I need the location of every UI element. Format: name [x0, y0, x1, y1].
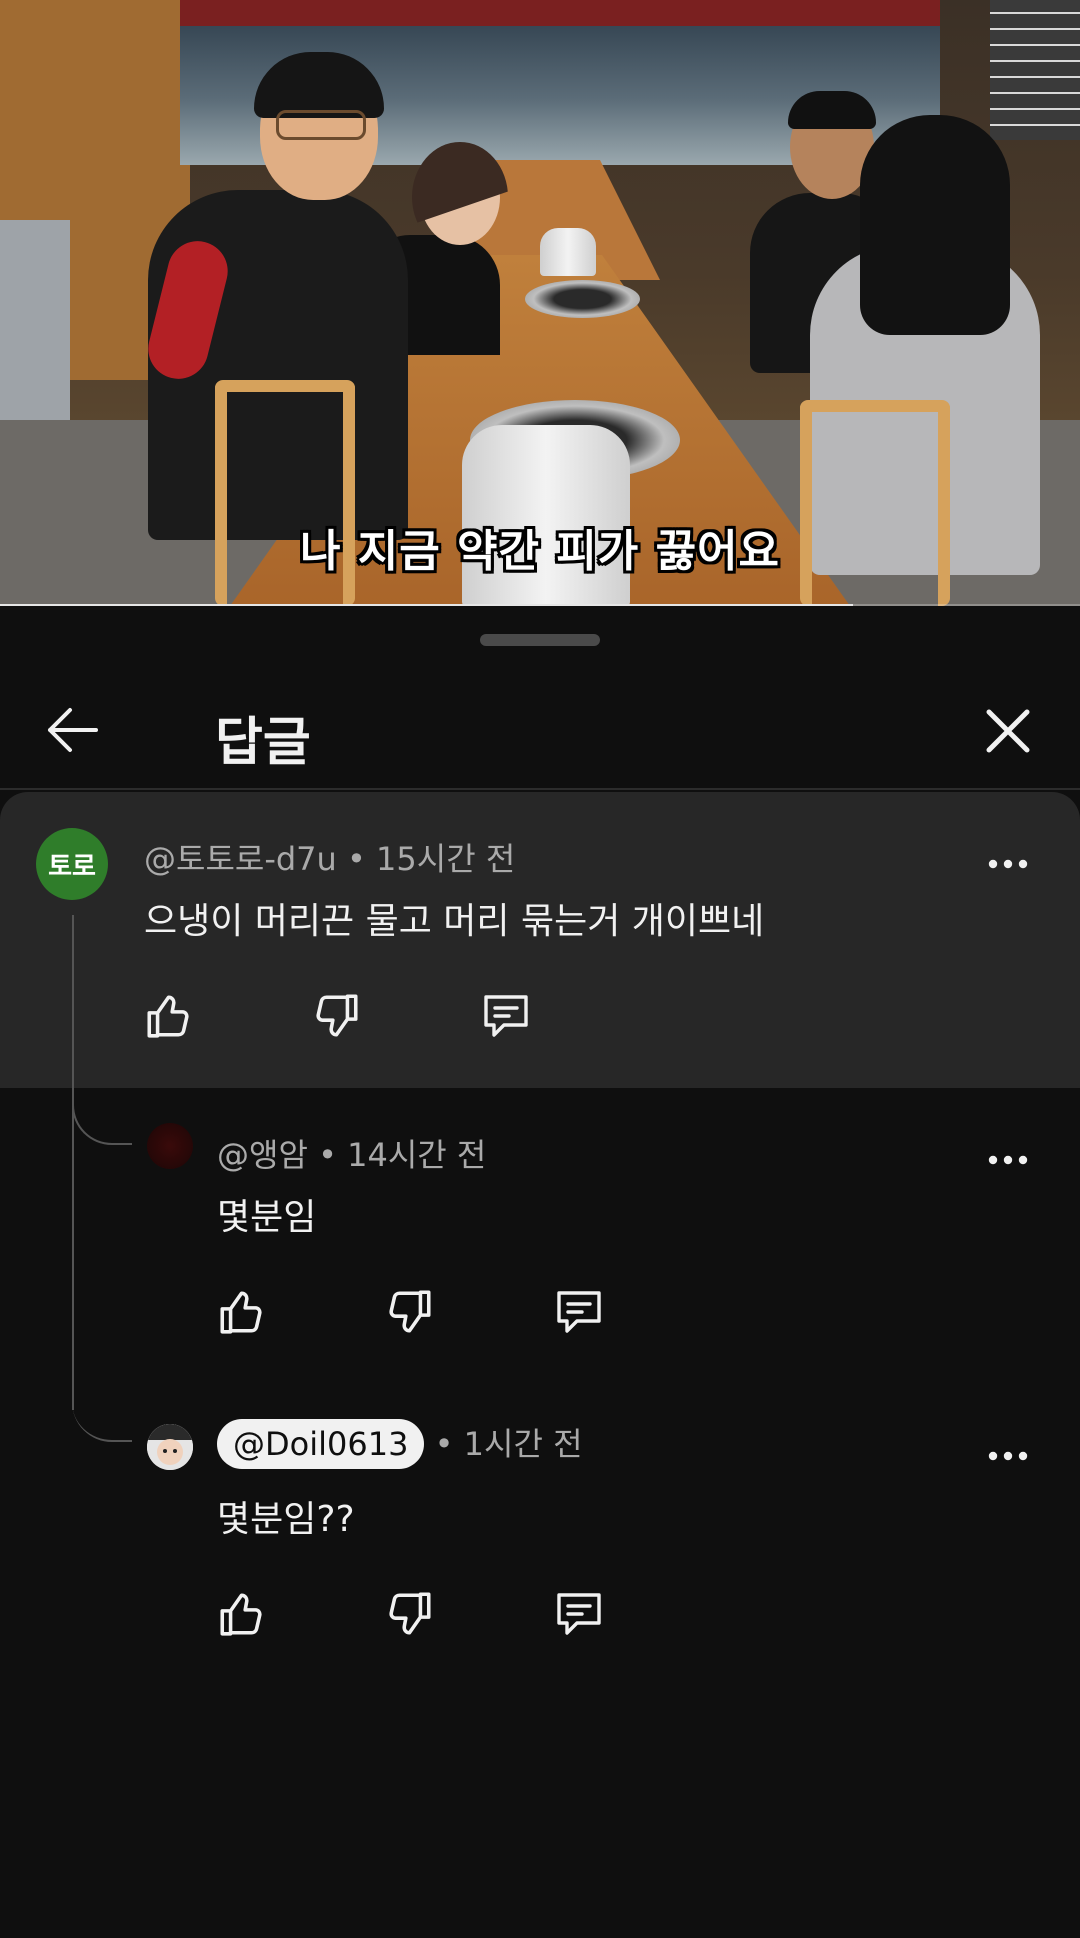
comment-1-reply-button[interactable]: [478, 988, 534, 1044]
more-vertical-dots-icon: [988, 1451, 1028, 1461]
meta-separator: •: [347, 840, 366, 878]
comment-2-reply-button[interactable]: [551, 1284, 607, 1340]
avatar-comment-3[interactable]: [147, 1424, 193, 1470]
sheet-header: 답글: [0, 678, 1080, 788]
comment-3-dislike-button[interactable]: [382, 1586, 438, 1642]
comment-1-author[interactable]: @토토로-d7u: [144, 840, 337, 878]
comment-1-dislike-button[interactable]: [309, 988, 365, 1044]
comment-2-more-button[interactable]: [980, 1140, 1036, 1180]
comment-3-text: 몇분임??: [217, 1499, 355, 1540]
replies-sheet: 답글: [0, 608, 1080, 1938]
comment-1-time: 15시간 전: [376, 840, 516, 878]
thumbs-up-icon: [216, 1589, 266, 1639]
video-grill-back: [525, 280, 640, 318]
comment-3-reply-button[interactable]: [551, 1586, 607, 1642]
thumbs-up-icon: [216, 1287, 266, 1337]
comment-2-meta: @앵암 • 14시간 전: [217, 1130, 486, 1176]
comment-3-more-button[interactable]: [980, 1436, 1036, 1476]
comment-1-text: 으냉이 머리끈 물고 머리 묶는거 개이쁘네: [144, 901, 765, 942]
avatar-face-icon: [147, 1424, 193, 1470]
reply-icon: [553, 1589, 605, 1639]
comment-3-like-button[interactable]: [213, 1586, 269, 1642]
comment-2-author[interactable]: @앵암: [217, 1136, 308, 1174]
avatar-comment-2[interactable]: [147, 1123, 193, 1169]
video-fridge: [0, 220, 70, 450]
reply-icon: [480, 991, 532, 1041]
avatar-comment-1[interactable]: 토로: [36, 828, 108, 900]
comment-2-text: 몇분임: [217, 1197, 317, 1238]
drag-handle[interactable]: [480, 634, 600, 646]
thread-line: [72, 915, 74, 1410]
video-progress-bar[interactable]: [0, 604, 1080, 606]
thumbs-down-icon: [385, 1589, 435, 1639]
more-vertical-dots-icon: [988, 859, 1028, 869]
comment-2-dislike-button[interactable]: [382, 1284, 438, 1340]
comment-3-actions: [213, 1586, 607, 1642]
comment-1-actions: [140, 988, 534, 1044]
close-button[interactable]: [975, 698, 1041, 764]
thumbs-down-icon: [385, 1287, 435, 1337]
meta-separator: •: [434, 1425, 454, 1463]
comment-2-time: 14시간 전: [347, 1136, 487, 1174]
more-vertical-dots-icon: [988, 1155, 1028, 1165]
video-player[interactable]: 나 지금 약간 피가 끓어요: [0, 0, 1080, 606]
video-window-sign: [180, 0, 940, 26]
back-button[interactable]: [40, 698, 104, 762]
comment-2-like-button[interactable]: [213, 1284, 269, 1340]
video-subtitle: 나 지금 약간 피가 끓어요: [299, 526, 781, 577]
comment-2-actions: [213, 1284, 607, 1340]
comment-3-meta: @Doil0613 • 1시간 전: [217, 1419, 583, 1469]
header-divider: [0, 788, 1080, 790]
meta-separator: •: [318, 1136, 337, 1174]
comment-3-time: 1시간 전: [463, 1425, 583, 1463]
video-progress-fill: [0, 604, 854, 606]
comment-3-author[interactable]: @Doil0613: [217, 1419, 425, 1469]
video-bin-back: [540, 228, 596, 276]
comment-1-more-button[interactable]: [980, 844, 1036, 884]
reply-icon: [553, 1287, 605, 1337]
comment-1-like-button[interactable]: [140, 988, 196, 1044]
close-icon: [985, 708, 1031, 754]
thumbs-down-icon: [312, 991, 362, 1041]
arrow-left-icon: [44, 706, 100, 754]
thumbs-up-icon: [143, 991, 193, 1041]
comment-1-meta: @토토로-d7u • 15시간 전: [144, 834, 515, 880]
sheet-title: 답글: [215, 713, 311, 773]
